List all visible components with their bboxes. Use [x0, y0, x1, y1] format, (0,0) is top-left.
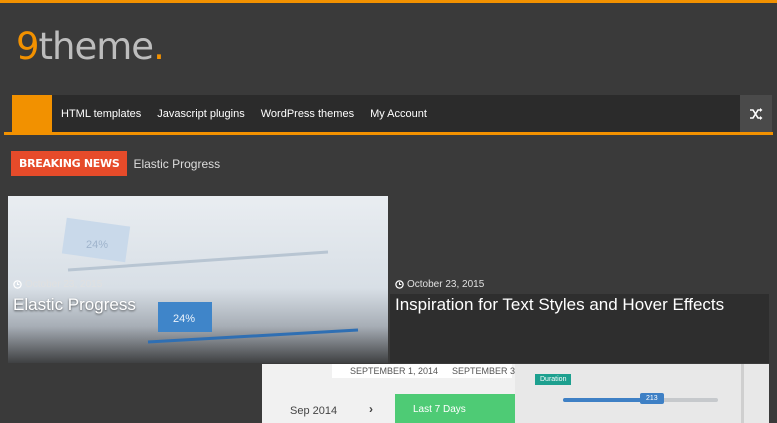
random-post-button[interactable]	[740, 95, 772, 132]
post-title[interactable]: Elastic Progress	[13, 295, 136, 315]
shuffle-icon	[750, 107, 763, 120]
site-logo[interactable]: 9theme.	[16, 25, 165, 68]
slider-value: 213	[640, 393, 664, 404]
nav-item-javascript-plugins[interactable]: Javascript plugins	[157, 108, 244, 120]
breaking-news-label: BREAKING NEWS	[11, 151, 128, 176]
clock-icon	[395, 280, 404, 289]
home-button[interactable]	[12, 95, 52, 132]
nav-accent-line	[4, 132, 773, 135]
slider-fill	[563, 398, 643, 402]
duration-panel: Duration 213	[515, 364, 769, 423]
logo-digit: 9	[16, 25, 40, 68]
chevron-right-icon: ›	[369, 402, 373, 416]
logo-dot: .	[153, 25, 165, 68]
range-preset-label: Last 7 Days	[413, 404, 466, 415]
post-date-text: October 23, 2015	[25, 279, 103, 290]
breaking-news-link[interactable]: Elastic Progress	[133, 157, 220, 171]
duration-tag: Duration	[535, 374, 572, 385]
date-to: SEPTEMBER 30	[452, 366, 521, 376]
nav-item-wordpress-themes[interactable]: WordPress themes	[261, 108, 354, 120]
date-range-header: SEPTEMBER 1, 2014 SEPTEMBER 30	[332, 364, 520, 378]
main-navigation: HTML templates Javascript plugins WordPr…	[12, 95, 772, 132]
breaking-news-ticker: BREAKING NEWS Elastic Progress	[11, 151, 220, 176]
post-thumbnail-date-picker[interactable]: SEPTEMBER 1, 2014 SEPTEMBER 30 Sep 2014 …	[262, 364, 769, 423]
thumb-label-back: 24%	[86, 239, 108, 251]
post-date: October 23, 2015	[395, 279, 484, 290]
top-accent-bar	[0, 0, 777, 3]
post-date: October 23, 2015	[13, 279, 102, 290]
clock-icon	[13, 280, 22, 289]
post-date-text: October 23, 2015	[407, 279, 485, 290]
nav-item-my-account[interactable]: My Account	[370, 108, 427, 120]
range-preset: Last 7 Days	[395, 394, 515, 423]
nav-menu: HTML templates Javascript plugins WordPr…	[61, 95, 443, 132]
post-title[interactable]: Inspiration for Text Styles and Hover Ef…	[395, 295, 724, 315]
panel-divider	[741, 364, 744, 423]
thumb-label-front: 24%	[173, 313, 195, 325]
calendar-month: Sep 2014	[290, 405, 338, 417]
featured-post-text-styles[interactable]: October 23, 2015 Inspiration for Text St…	[390, 196, 769, 363]
date-from: SEPTEMBER 1, 2014	[350, 366, 439, 376]
logo-word: theme	[38, 25, 155, 68]
nav-item-html-templates[interactable]: HTML templates	[61, 108, 141, 120]
featured-post-elastic-progress[interactable]: 24% 24% October 23, 2015 Elastic Progres…	[8, 196, 388, 363]
